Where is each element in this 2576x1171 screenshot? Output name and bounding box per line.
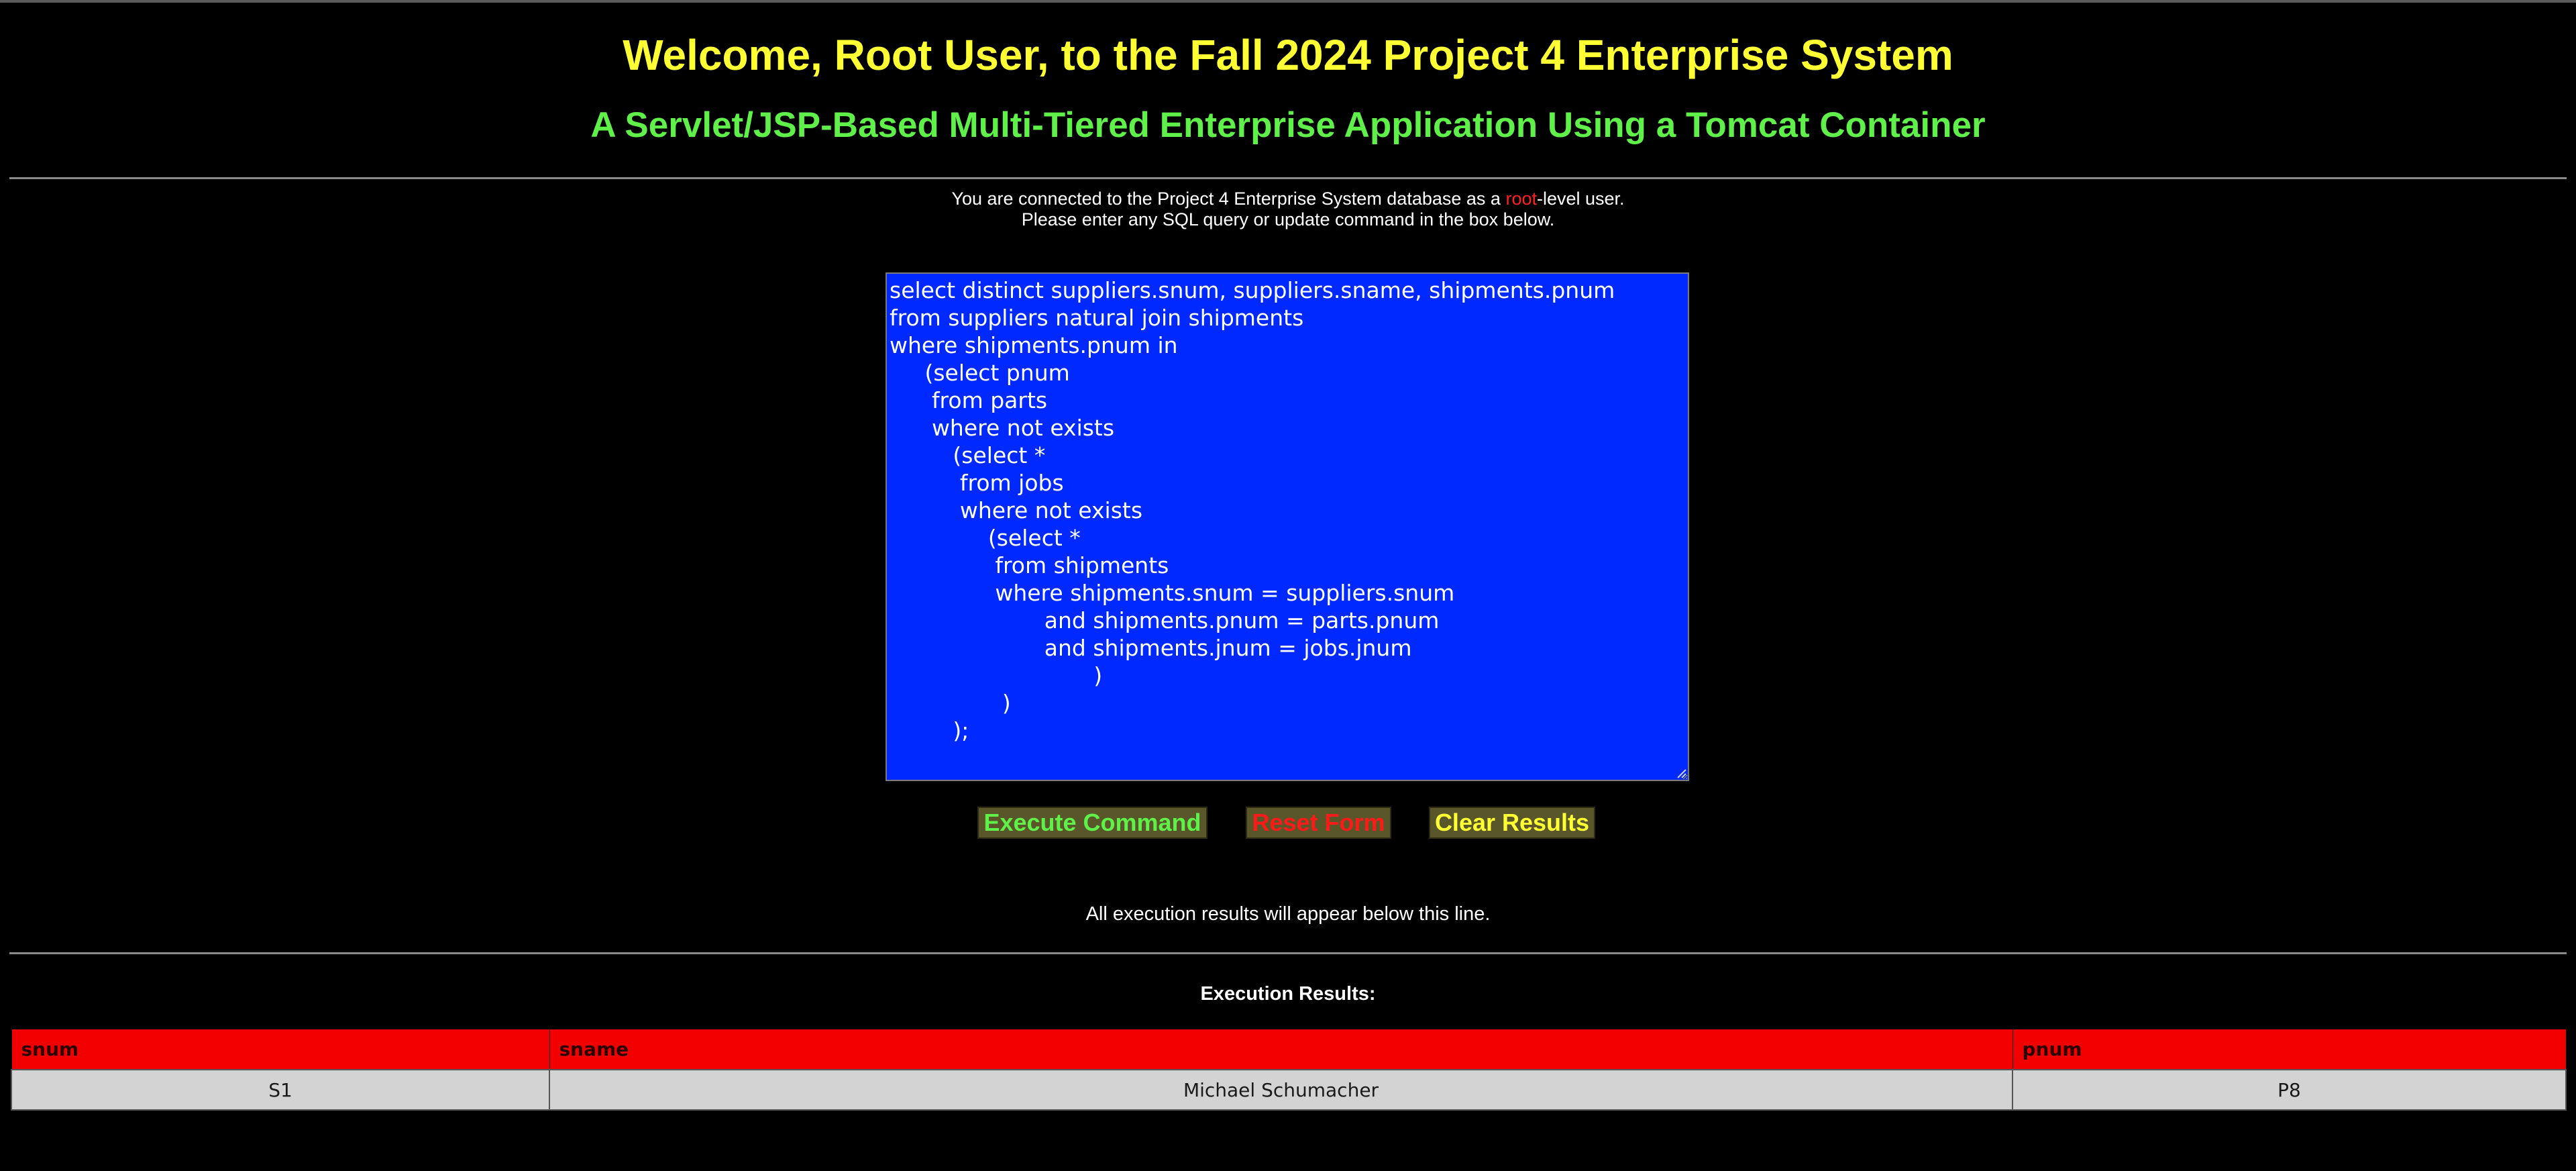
- connection-info-suffix: -level user.: [1536, 189, 1625, 209]
- column-header-sname: sname: [549, 1029, 2013, 1070]
- results-header-row: snum sname pnum: [11, 1029, 2567, 1070]
- clear-results-button[interactable]: Clear Results: [1429, 807, 1595, 839]
- page-subtitle: A Servlet/JSP-Based Multi-Tiered Enterpr…: [590, 105, 1986, 145]
- table-row: S1 Michael Schumacher P8: [11, 1069, 2567, 1111]
- sql-query-input[interactable]: select distinct suppliers.snum, supplier…: [885, 272, 1689, 781]
- connection-info-prefix: You are connected to the Project 4 Enter…: [951, 189, 1506, 209]
- user-role: root: [1505, 189, 1537, 209]
- column-header-pnum: pnum: [2012, 1029, 2567, 1070]
- top-border: [0, 0, 2576, 3]
- execute-command-button[interactable]: Execute Command: [977, 807, 1208, 839]
- connection-info: You are connected to the Project 4 Enter…: [0, 188, 2576, 209]
- cell-pnum: P8: [2012, 1069, 2567, 1111]
- column-header-snum: snum: [11, 1029, 550, 1070]
- query-instructions: Please enter any SQL query or update com…: [1021, 209, 1555, 230]
- results-heading: Execution Results:: [1200, 983, 1376, 1005]
- divider-top: [9, 177, 2567, 179]
- page-title: Welcome, Root User, to the Fall 2024 Pro…: [623, 31, 1953, 79]
- results-table: snum sname pnum S1 Michael Schumacher P8: [11, 1029, 2567, 1111]
- reset-form-button[interactable]: Reset Form: [1246, 807, 1391, 839]
- divider-results: [9, 952, 2567, 954]
- resize-grip-icon[interactable]: [1676, 768, 1686, 778]
- cell-snum: S1: [11, 1069, 550, 1111]
- results-note: All execution results will appear below …: [1085, 903, 1491, 925]
- cell-sname: Michael Schumacher: [549, 1069, 2013, 1111]
